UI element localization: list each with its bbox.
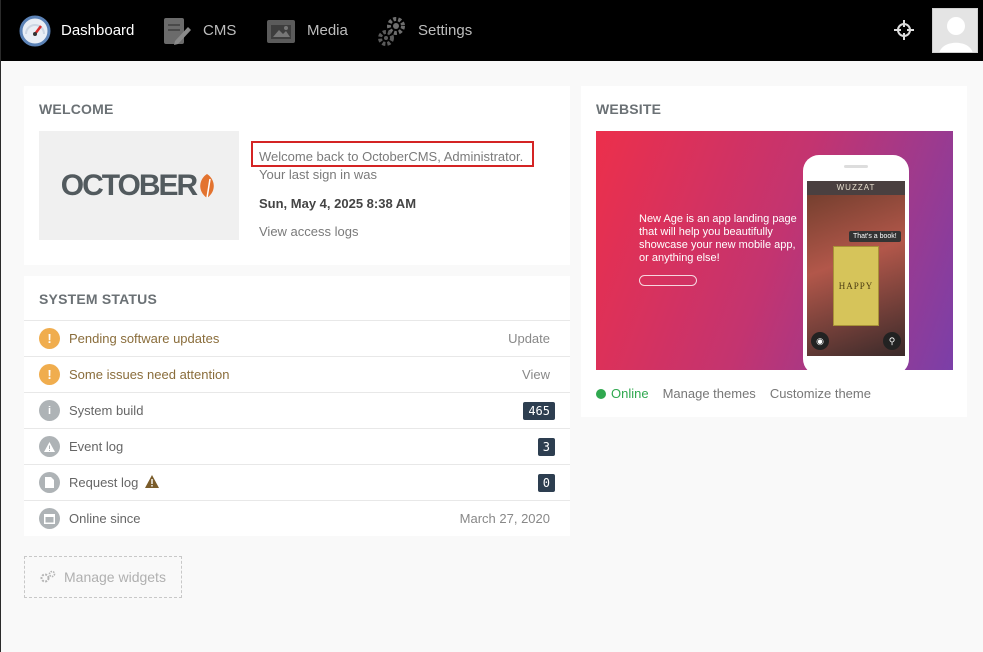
build-badge: 465 xyxy=(523,401,555,420)
phone-mockup: WUZZAT That's a book! HAPPY ◉ ⚲ xyxy=(803,155,909,370)
status-row-event-log[interactable]: Event log 3 xyxy=(24,428,570,464)
manage-widgets-button[interactable]: Manage widgets xyxy=(24,556,182,598)
camera-icon: ◉ xyxy=(811,332,829,350)
calendar-icon xyxy=(39,508,60,529)
phone-bubble: That's a book! xyxy=(849,231,901,242)
status-row-build: i System build 465 xyxy=(24,392,570,428)
status-row-label: System build xyxy=(69,403,144,418)
nav-media[interactable]: Media xyxy=(265,0,348,61)
status-row-updates[interactable]: ! Pending software updates Update xyxy=(24,320,570,356)
leaf-icon xyxy=(200,173,215,198)
online-status-dot xyxy=(596,388,606,399)
last-sign-in-label: Your last sign in was xyxy=(259,167,378,182)
manage-themes-link[interactable]: Manage themes xyxy=(663,386,756,401)
nav-settings-label: Settings xyxy=(418,22,473,39)
top-navigation: Dashboard CMS Media Settings xyxy=(1,0,983,61)
preview-headline: New Age is an app landing page that will… xyxy=(639,213,797,264)
book-cover: HAPPY xyxy=(833,246,879,326)
warning-icon xyxy=(39,436,60,457)
view-access-logs-link[interactable]: View access logs xyxy=(259,224,358,239)
theme-preview-image[interactable]: New Age is an app landing page that will… xyxy=(596,131,953,370)
customize-theme-link[interactable]: Customize theme xyxy=(770,386,871,401)
website-actions: Online Manage themes Customize theme xyxy=(596,386,885,401)
status-row-online-since: Online since March 27, 2020 xyxy=(24,500,570,536)
status-row-label: Event log xyxy=(69,439,124,454)
phone-title: WUZZAT xyxy=(807,181,905,195)
website-title: WEBSITE xyxy=(596,101,662,117)
last-sign-in-date: Sun, May 4, 2025 8:38 AM xyxy=(259,196,417,211)
nav-dashboard[interactable]: Dashboard xyxy=(19,0,134,61)
warning-triangle-icon xyxy=(145,475,159,493)
nav-cms-label: CMS xyxy=(203,22,237,39)
avatar[interactable] xyxy=(932,8,978,53)
welcome-greeting: Welcome back to OctoberCMS, Administrato… xyxy=(259,149,524,164)
status-row-label: Some issues need attention xyxy=(69,367,230,382)
welcome-widget: WELCOME OCTOBER Welcome back to OctoberC… xyxy=(24,86,570,265)
cms-icon xyxy=(161,15,193,47)
october-logo: OCTOBER xyxy=(39,131,239,240)
manage-widgets-label: Manage widgets xyxy=(64,569,166,585)
crosshair-icon[interactable] xyxy=(893,19,915,41)
online-status: Online xyxy=(611,386,649,401)
media-icon xyxy=(265,15,297,47)
nav-cms[interactable]: CMS xyxy=(161,0,236,61)
phone-screen: WUZZAT That's a book! HAPPY ◉ ⚲ xyxy=(807,181,905,356)
view-link[interactable]: View xyxy=(522,367,550,382)
exclamation-icon: ! xyxy=(39,328,60,349)
status-row-label: Pending software updates xyxy=(69,331,220,346)
status-row-request-log[interactable]: Request log 0 xyxy=(24,464,570,500)
nav-dashboard-label: Dashboard xyxy=(61,22,135,39)
welcome-title: WELCOME xyxy=(39,101,114,117)
file-icon xyxy=(39,472,60,493)
system-status-title: SYSTEM STATUS xyxy=(39,291,157,307)
settings-icon xyxy=(376,15,408,47)
status-row-issues[interactable]: ! Some issues need attention View xyxy=(24,356,570,392)
status-row-label: Request log xyxy=(69,475,139,490)
info-icon: i xyxy=(39,400,60,421)
nav-media-label: Media xyxy=(307,22,348,39)
dashboard-icon xyxy=(19,15,51,47)
cogs-icon xyxy=(40,570,56,584)
update-link[interactable]: Update xyxy=(508,331,550,346)
search-icon: ⚲ xyxy=(883,332,901,350)
system-status-widget: SYSTEM STATUS ! Pending software updates… xyxy=(24,276,570,536)
status-row-label: Online since xyxy=(69,511,141,526)
website-widget: WEBSITE New Age is an app landing page t… xyxy=(581,86,967,417)
online-since-date: March 27, 2020 xyxy=(459,511,550,526)
request-log-badge: 0 xyxy=(537,473,555,492)
exclamation-icon: ! xyxy=(39,364,60,385)
nav-settings[interactable]: Settings xyxy=(376,0,472,61)
event-log-badge: 3 xyxy=(537,437,555,456)
preview-button xyxy=(639,275,697,286)
